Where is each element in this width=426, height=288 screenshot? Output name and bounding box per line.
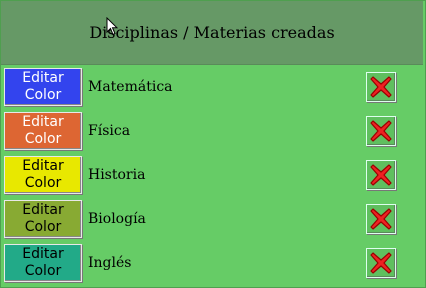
edit-color-label-line2: Color (24, 263, 62, 279)
subject-name: Física (88, 123, 131, 139)
edit-color-label-line2: Color (24, 87, 62, 103)
subject-name: Inglés (88, 255, 132, 271)
delete-subject-button[interactable] (366, 72, 396, 102)
subject-row: Editar Color Física (0, 112, 426, 152)
subject-row: Editar Color Historia (0, 156, 426, 196)
edit-color-label-line2: Color (24, 175, 62, 191)
edit-color-button[interactable]: Editar Color (4, 112, 82, 150)
edit-color-label-line2: Color (24, 131, 62, 147)
close-x-icon (370, 252, 392, 274)
delete-subject-button[interactable] (366, 204, 396, 234)
close-x-icon (370, 208, 392, 230)
page-title: Disciplinas / Materias creadas (89, 23, 335, 42)
subject-row: Editar Color Biología (0, 200, 426, 240)
delete-subject-button[interactable] (366, 160, 396, 190)
edit-color-label-line1: Editar (22, 202, 64, 218)
edit-color-button[interactable]: Editar Color (4, 200, 82, 238)
subject-name: Biología (88, 211, 146, 227)
close-x-icon (370, 164, 392, 186)
mouse-pointer-icon (106, 17, 118, 36)
edit-color-label-line1: Editar (22, 114, 64, 130)
close-x-icon (370, 120, 392, 142)
edit-color-button[interactable]: Editar Color (4, 156, 82, 194)
subject-row: Editar Color Matemática (0, 68, 426, 108)
delete-subject-button[interactable] (366, 248, 396, 278)
subject-name: Matemática (88, 79, 173, 95)
delete-subject-button[interactable] (366, 116, 396, 146)
edit-color-label-line2: Color (24, 219, 62, 235)
subject-name: Historia (88, 167, 146, 183)
edit-color-label-line1: Editar (22, 246, 64, 262)
edit-color-label-line1: Editar (22, 158, 64, 174)
page-header: Disciplinas / Materias creadas (1, 1, 423, 65)
subject-row: Editar Color Inglés (0, 244, 426, 284)
edit-color-label-line1: Editar (22, 70, 64, 86)
edit-color-button[interactable]: Editar Color (4, 68, 82, 106)
edit-color-button[interactable]: Editar Color (4, 244, 82, 282)
close-x-icon (370, 76, 392, 98)
